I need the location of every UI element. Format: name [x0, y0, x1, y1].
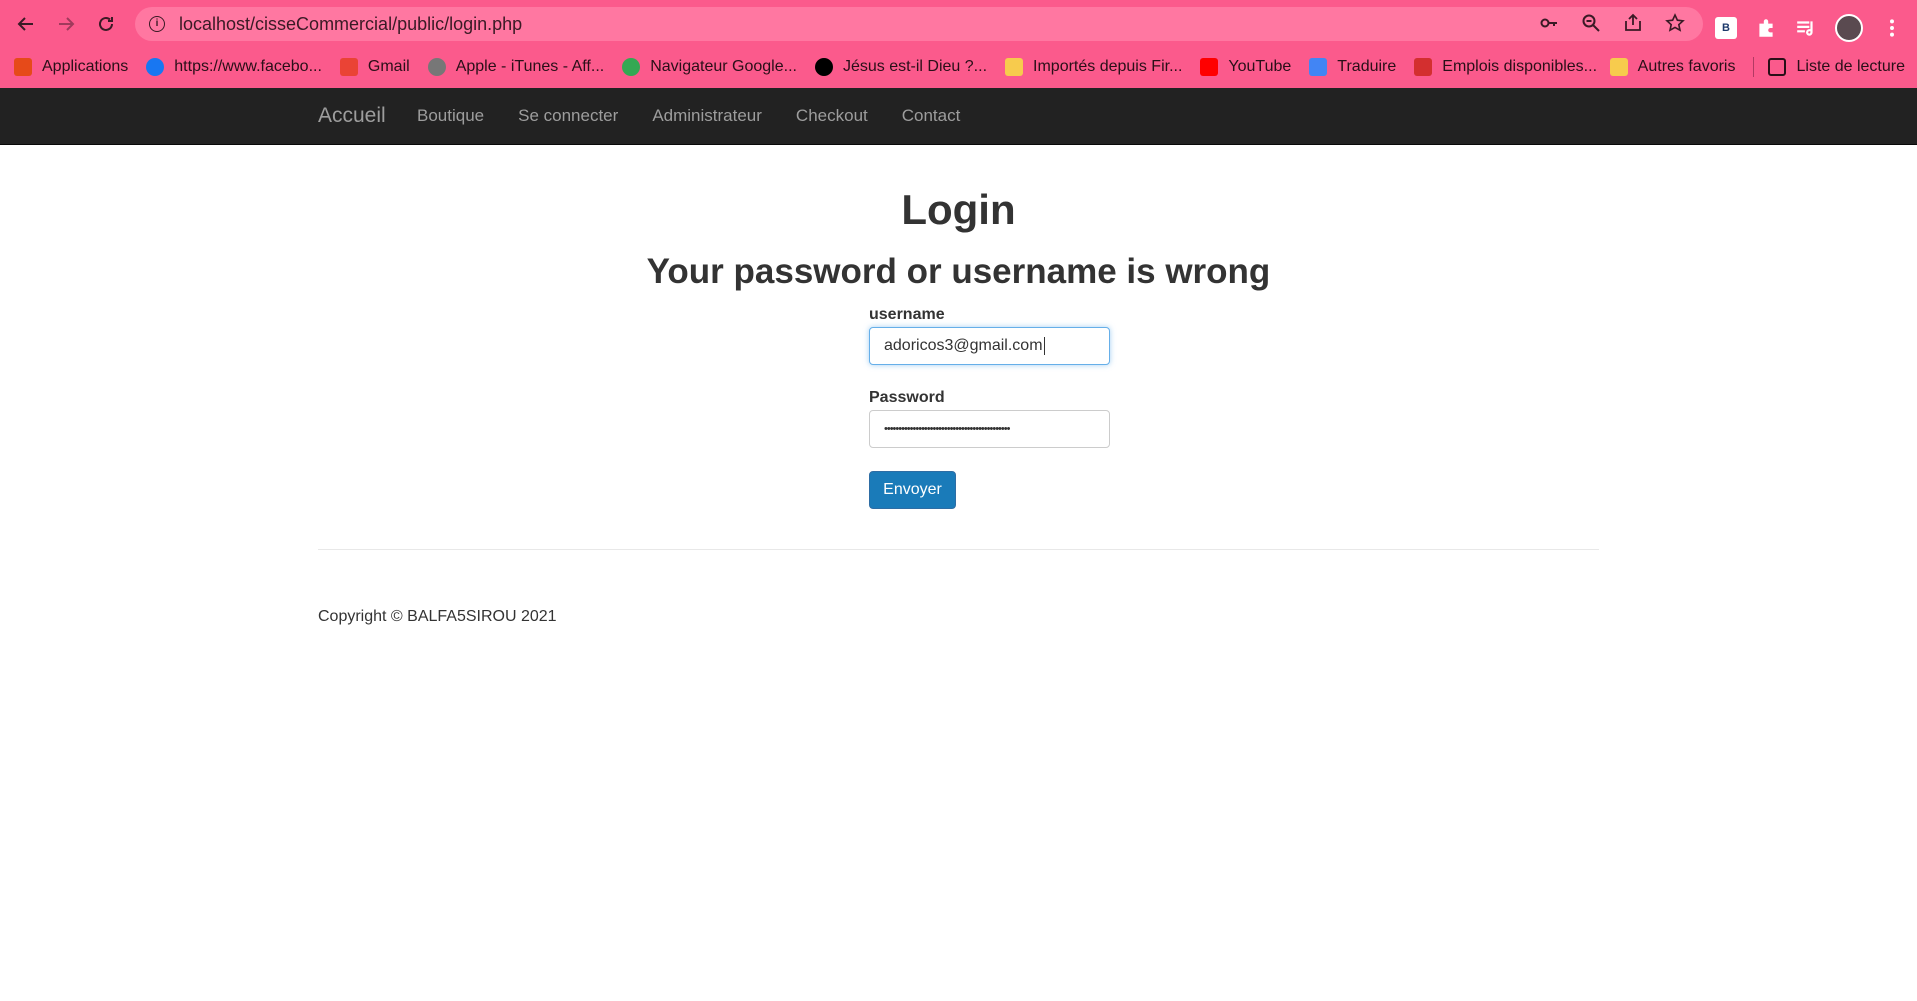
nav-link-boutique[interactable]: Boutique — [417, 106, 484, 126]
site-navbar: Accueil Boutique Se connecter Administra… — [0, 88, 1917, 145]
reload-button[interactable] — [86, 6, 126, 42]
media-queue-icon[interactable] — [1795, 17, 1817, 39]
bookmark-label: Applications — [42, 58, 129, 75]
youtube-icon — [1200, 58, 1219, 76]
password-value: ••••••••••••••••••••••••••••••••••••••••… — [884, 423, 1010, 435]
share-icon[interactable] — [1623, 13, 1643, 33]
navbar-links: Boutique Se connecter Administrateur Che… — [417, 106, 994, 126]
submit-button[interactable]: Envoyer — [869, 471, 956, 509]
bookmark-item[interactable]: Gmail — [339, 58, 410, 76]
zoom-icon[interactable] — [1581, 13, 1601, 33]
error-message: Your password or username is wrong — [646, 252, 1271, 291]
bookmark-label: Emplois disponibles... — [1442, 58, 1598, 75]
address-bar[interactable]: i localhost/cisseCommercial/public/login… — [135, 7, 1703, 41]
extensions-area: B — [1715, 14, 1903, 42]
bookmark-label: Importés depuis Fir... — [1033, 58, 1183, 75]
password-label: Password — [869, 389, 945, 406]
bookmark-label: Navigateur Google... — [650, 58, 797, 75]
back-button[interactable] — [6, 6, 46, 42]
nav-link-checkout[interactable]: Checkout — [796, 106, 868, 126]
bookmarks-bar: Applications https://www.facebo... Gmail… — [0, 52, 1917, 82]
username-value: adoricos3@gmail.com — [884, 337, 1043, 354]
jobs-icon — [1414, 58, 1433, 76]
url-text: localhost/cisseCommercial/public/login.p… — [179, 13, 523, 34]
nav-link-contact[interactable]: Contact — [902, 106, 961, 126]
bookmark-label: Apple - iTunes - Aff... — [455, 58, 605, 75]
nav-link-administrateur[interactable]: Administrateur — [652, 106, 762, 126]
reading-list-icon — [1768, 58, 1787, 76]
b-extension-icon[interactable]: B — [1715, 17, 1737, 39]
gmail-icon — [339, 58, 358, 76]
bookmark-label: Jésus est-il Dieu ?... — [842, 58, 988, 75]
bookmark-item[interactable]: Traduire — [1309, 58, 1396, 76]
bookmark-item[interactable]: Applications — [14, 58, 128, 76]
text-cursor — [1043, 337, 1045, 355]
omnibox-actions — [1539, 13, 1685, 33]
password-input[interactable]: ••••••••••••••••••••••••••••••••••••••••… — [869, 410, 1110, 448]
bookmark-label: https://www.facebo... — [174, 58, 322, 75]
bookmark-item[interactable]: Emplois disponibles... — [1414, 58, 1597, 76]
menu-dots-icon[interactable] — [1881, 17, 1903, 39]
key-icon[interactable] — [1539, 13, 1559, 33]
page-title: Login — [901, 186, 1016, 233]
puzzle-icon[interactable] — [1755, 17, 1777, 39]
navbar-brand[interactable]: Accueil — [318, 104, 386, 128]
bookmark-label: Gmail — [367, 58, 410, 75]
site-info-icon[interactable]: i — [149, 16, 165, 32]
username-input[interactable]: adoricos3@gmail.com — [869, 327, 1110, 365]
bookmark-label: Traduire — [1337, 58, 1397, 75]
profile-avatar[interactable] — [1835, 14, 1863, 42]
reading-list-label: Liste de lecture — [1796, 58, 1905, 75]
chrome-icon — [622, 58, 641, 76]
divider — [318, 549, 1599, 550]
nav-link-se-connecter[interactable]: Se connecter — [518, 106, 618, 126]
bookmark-item[interactable]: https://www.facebo... — [146, 58, 322, 76]
back-arrow-icon — [17, 17, 33, 31]
bookmark-item[interactable]: Navigateur Google... — [622, 58, 797, 76]
translate-icon — [1309, 58, 1328, 76]
other-bookmarks-label: Autres favoris — [1637, 58, 1736, 75]
g-logo-icon — [814, 58, 833, 76]
browser-chrome: i localhost/cisseCommercial/public/login… — [0, 0, 1917, 88]
facebook-icon — [146, 58, 165, 76]
bookmarks-divider — [1753, 57, 1755, 77]
browser-toolbar: i localhost/cisseCommercial/public/login… — [0, 4, 1917, 44]
bookmark-item[interactable]: Apple - iTunes - Aff... — [427, 58, 605, 76]
footer-copyright: Copyright © BALFA5SIROU 2021 — [318, 608, 557, 625]
forward-button[interactable] — [46, 6, 86, 42]
star-icon[interactable] — [1665, 13, 1685, 33]
forward-arrow-icon — [59, 17, 75, 31]
apps-grid-icon — [14, 58, 32, 76]
reload-icon — [99, 16, 113, 31]
bookmarks-right: Autres favoris Liste de lecture — [1609, 52, 1905, 82]
reading-list[interactable]: Liste de lecture — [1768, 58, 1905, 76]
bookmark-item[interactable]: Jésus est-il Dieu ?... — [814, 58, 988, 76]
username-label: username — [869, 306, 945, 323]
folder-icon — [1609, 58, 1628, 76]
other-bookmarks[interactable]: Autres favoris — [1609, 58, 1736, 76]
apple-icon — [427, 58, 446, 76]
bookmark-label: YouTube — [1228, 58, 1292, 75]
bookmark-item[interactable]: Importés depuis Fir... — [1005, 58, 1182, 76]
bookmark-item[interactable]: YouTube — [1200, 58, 1291, 76]
folder-icon — [1005, 58, 1024, 76]
